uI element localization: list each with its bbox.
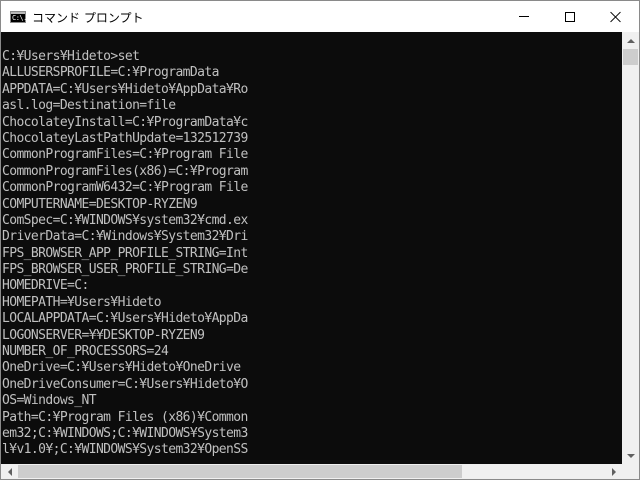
minimize-icon	[519, 16, 529, 17]
scroll-down-button[interactable]	[622, 447, 639, 464]
console-line: l¥v1.0¥;C:¥WINDOWS¥System32¥OpenSS	[2, 442, 248, 458]
console-line: APPDATA=C:¥Users¥Hideto¥AppData¥Ro	[2, 81, 248, 97]
scroll-right-button[interactable]	[605, 464, 622, 479]
scroll-right-arrow-icon	[611, 467, 616, 476]
console-app-icon[interactable]: C:\.	[10, 11, 27, 23]
console-line: CommonProgramW6432=C:¥Program File	[2, 180, 248, 196]
console-line: NUMBER_OF_PROCESSORS=24	[2, 344, 169, 360]
console-line: ChocolateyLastPathUpdate=132512739	[2, 130, 248, 146]
console-line: COMPUTERNAME=DESKTOP-RYZEN9	[2, 196, 198, 212]
scroll-up-arrow-icon	[626, 38, 635, 43]
console-line: LOGONSERVER=¥¥DESKTOP-RYZEN9	[2, 327, 205, 343]
console-line: HOMEDRIVE=C:	[2, 278, 89, 294]
vertical-scrollbar[interactable]	[622, 32, 639, 464]
console-line: em32;C:¥WINDOWS;C:¥WINDOWS¥System3	[2, 425, 248, 441]
horizontal-scroll-thumb[interactable]	[18, 465, 462, 478]
console-line: Path=C:¥Program Files (x86)¥Common	[2, 409, 248, 425]
console-line: OneDrive=C:¥Users¥Hideto¥OneDrive	[2, 360, 241, 376]
console-line: FPS_BROWSER_APP_PROFILE_STRING=Int	[2, 245, 248, 261]
vertical-scroll-thumb[interactable]	[623, 49, 638, 65]
console-line: CommonProgramFiles(x86)=C:¥Program	[2, 163, 248, 179]
console-line: DriverData=C:¥Windows¥System32¥Dri	[2, 229, 248, 245]
console-line: OS=Windows_NT	[2, 393, 97, 409]
close-button[interactable]	[593, 1, 639, 32]
scroll-down-arrow-icon	[626, 453, 635, 458]
console-line: LOCALAPPDATA=C:¥Users¥Hideto¥AppDa	[2, 311, 248, 327]
console-line: FPS_BROWSER_USER_PROFILE_STRING=De	[2, 262, 248, 278]
console-line: HOMEPATH=¥Users¥Hideto	[2, 294, 162, 310]
scroll-left-arrow-icon	[7, 467, 12, 476]
window-title: コマンド プロンプト	[32, 11, 144, 25]
console-line: asl.log=Destination=file	[2, 98, 176, 114]
console-lines: C:¥Users¥Hideto>set ALLUSERSPROFILE=C:¥P…	[2, 49, 248, 459]
scroll-up-button[interactable]	[622, 32, 639, 49]
maximize-icon	[565, 11, 575, 22]
console-line: OneDriveConsumer=C:¥Users¥Hideto¥O	[2, 376, 248, 392]
command-prompt-window: C:\. コマンド プロンプト C:¥Users¥Hideto>set ALLU…	[0, 0, 640, 480]
horizontal-scrollbar[interactable]	[1, 464, 622, 479]
console-line: C:¥Users¥Hideto>set	[2, 49, 140, 64]
title-bar[interactable]: C:\. コマンド プロンプト	[1, 1, 639, 32]
maximize-button[interactable]	[547, 1, 593, 32]
console-line: CommonProgramFiles=C:¥Program File	[2, 147, 248, 163]
console-output-area[interactable]: C:¥Users¥Hideto>set ALLUSERSPROFILE=C:¥P…	[1, 32, 622, 464]
minimize-button[interactable]	[501, 1, 547, 32]
scrollbar-corner	[622, 464, 639, 479]
console-line: ChocolateyInstall=C:¥ProgramData¥c	[2, 114, 248, 130]
icon-prompt-text: C:\.	[12, 14, 27, 22]
console-line: ComSpec=C:¥WINDOWS¥system32¥cmd.ex	[2, 212, 248, 228]
console-line: ALLUSERSPROFILE=C:¥ProgramData	[2, 65, 219, 81]
close-icon	[610, 11, 622, 23]
scroll-left-button[interactable]	[1, 464, 18, 479]
